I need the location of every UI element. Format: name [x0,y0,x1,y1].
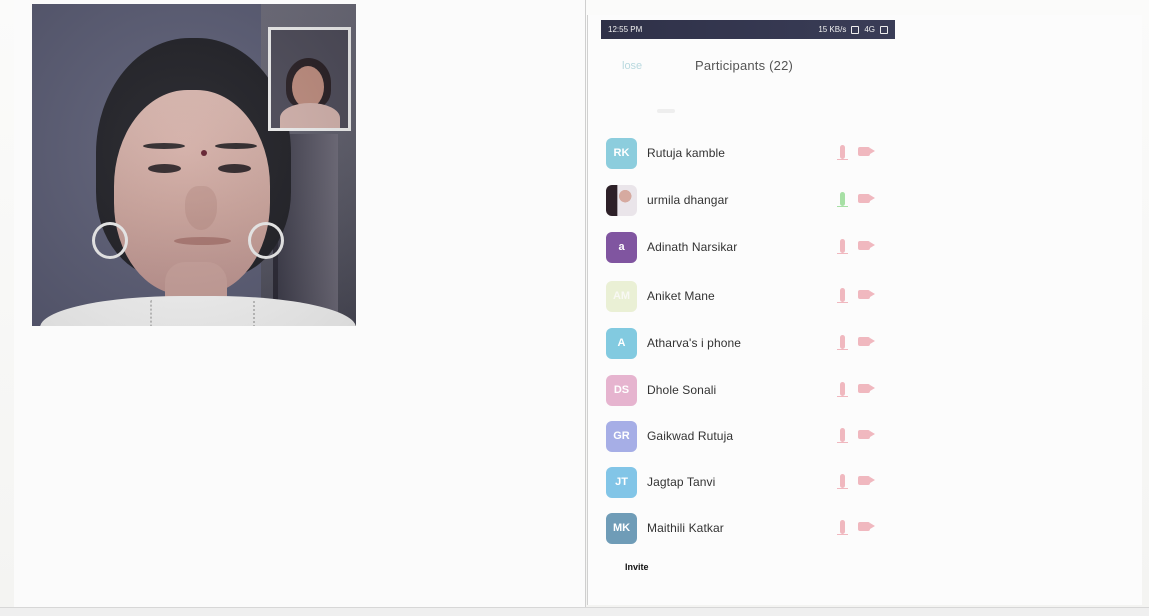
mic-active-icon [837,192,848,207]
invite-button[interactable]: Invite [625,562,649,572]
signal-label: 4G [864,25,875,34]
participant-name: Jagtap Tanvi [647,475,716,489]
avatar-initials: GR [613,430,630,442]
mic-muted-icon [837,145,848,160]
participant-name: urmila dhangar [647,193,729,207]
scanned-page: 12:55 PM 15 KB/s 4G lose Participants (2… [0,0,1149,616]
mic-muted-icon [837,428,848,443]
avatar-initials: RK [613,147,630,159]
avatar-initials: A [617,337,626,349]
mic-muted-icon [837,239,848,254]
camera-icon [858,476,875,485]
avatar: GR [606,420,637,452]
avatar-initials: MK [612,522,631,534]
participant-name: Rutuja kamble [647,146,726,160]
avatar-initials: AM [612,290,631,302]
avatar: RK [606,137,637,169]
avatar-initials: DS [613,384,630,396]
close-button[interactable]: lose [622,60,642,72]
status-icons: 15 KB/s 4G [818,25,888,34]
camera-icon [858,522,875,531]
network-speed: 15 KB/s [818,25,847,34]
participant-row[interactable]: MK Maithili Katkar [606,510,896,546]
status-square-icon [851,25,860,34]
participant-row[interactable]: urmila dhangar [606,182,896,218]
status-time: 12:55 PM [608,25,643,34]
participant-name: Dhole Sonali [647,383,717,397]
participant-row[interactable]: DS Dhole Sonali [606,372,896,408]
mic-muted-icon [837,474,848,489]
avatar: A [606,327,637,359]
camera-icon [858,337,875,346]
camera-icon [858,430,875,439]
camera-icon [858,194,875,203]
mic-muted-icon [837,288,848,303]
avatar: JT [606,466,637,498]
participant-row[interactable]: GR Gaikwad Rutuja [606,418,896,454]
participants-title: Participants (22) [695,58,794,73]
participant-name: Atharva's i phone [647,336,742,350]
main-video-feed [32,4,356,326]
participant-row[interactable]: JT Jagtap Tanvi [606,464,896,500]
mic-muted-icon [837,520,848,535]
phone-status-bar: 12:55 PM 15 KB/s 4G [601,20,895,39]
participant-name: Adinath Narsikar [647,240,738,254]
video-call-print [14,0,586,616]
faint-toolbar-mark [657,109,675,113]
avatar-initials: JT [615,476,628,488]
camera-icon [858,384,875,393]
participants-screen: 12:55 PM 15 KB/s 4G lose Participants (2… [587,15,1142,605]
avatar: MK [606,512,637,544]
camera-icon [858,241,875,250]
video-lighting [32,4,356,326]
avatar: a [606,231,637,263]
battery-icon [880,25,888,34]
camera-icon [858,290,875,299]
participant-row[interactable]: RK Rutuja kamble [606,135,896,171]
avatar: AM [606,280,637,312]
mic-muted-icon [837,382,848,397]
profile-photo-avatar [606,184,637,216]
participant-name: Maithili Katkar [647,521,724,535]
mic-muted-icon [837,335,848,350]
participant-row[interactable]: AM Aniket Mane [606,278,896,314]
participant-name: Aniket Mane [647,289,715,303]
avatar: DS [606,374,637,406]
participant-name: Gaikwad Rutuja [647,429,734,443]
participant-row[interactable]: A Atharva's i phone [606,325,896,361]
avatar-initials: a [618,241,625,253]
paper-bottom-edge [0,607,1149,616]
participants-header: lose Participants (22) [588,53,908,81]
camera-icon [858,147,875,156]
participant-row[interactable]: a Adinath Narsikar [606,229,896,265]
